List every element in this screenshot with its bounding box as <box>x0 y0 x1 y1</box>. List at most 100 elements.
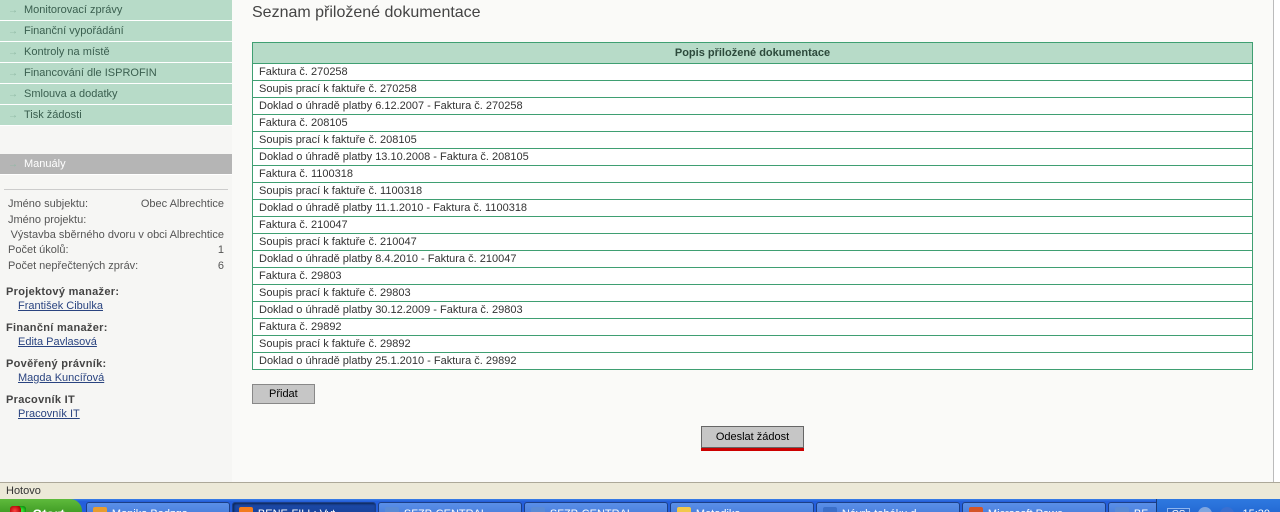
table-row[interactable]: Soupis prací k faktuře č. 208105 <box>253 132 1253 149</box>
sidebar-item[interactable]: Financování dle ISPROFIN <box>0 63 232 84</box>
taskbar-item[interactable]: Metodika <box>670 502 814 512</box>
unread-value: 6 <box>218 260 224 272</box>
table-cell: Doklad o úhradě platby 8.4.2010 - Faktur… <box>253 251 1253 268</box>
taskbar-item-label: SFZP-CENTRAL… <box>550 508 644 512</box>
role-block: Finanční manažer:Edita Pavlasová <box>6 322 226 348</box>
role-person-link[interactable]: Edita Pavlasová <box>18 336 97 348</box>
role-person-link[interactable]: Magda Kuncířová <box>18 372 104 384</box>
table-row[interactable]: Doklad o úhradě platby 8.4.2010 - Faktur… <box>253 251 1253 268</box>
table-row[interactable]: Doklad o úhradě platby 13.10.2008 - Fakt… <box>253 149 1253 166</box>
taskbar-item[interactable]: SFZP-CENTRAL… <box>524 502 668 512</box>
sidebar-item[interactable]: Finanční vypořádání <box>0 21 232 42</box>
taskbar-item-label: Metodika <box>696 508 741 512</box>
sidebar: Monitorovací zprávyFinanční vypořádáníKo… <box>0 0 232 482</box>
table-cell: Doklad o úhradě platby 11.1.2010 - Faktu… <box>253 200 1253 217</box>
sidebar-item[interactable]: Kontroly na místě <box>0 42 232 63</box>
table-row[interactable]: Faktura č. 210047 <box>253 217 1253 234</box>
taskbar-item-label: Microsoft Powe… <box>988 508 1074 512</box>
table-cell: Faktura č. 29803 <box>253 268 1253 285</box>
app-icon <box>93 507 107 512</box>
tasks-label: Počet úkolů: <box>8 244 69 256</box>
role-title: Pracovník IT <box>6 394 226 406</box>
project-label: Jméno projektu: <box>8 214 86 226</box>
table-row[interactable]: Faktura č. 29803 <box>253 268 1253 285</box>
role-block: Projektový manažer: František Cibulka <box>6 286 226 312</box>
clock: 15:30 <box>1242 508 1270 512</box>
unread-label: Počet nepřečtených zpráv: <box>8 260 138 272</box>
table-row[interactable]: Doklad o úhradě platby 30.12.2009 - Fakt… <box>253 302 1253 319</box>
table-row[interactable]: Soupis prací k faktuře č. 270258 <box>253 81 1253 98</box>
role-person-link[interactable]: František Cibulka <box>18 300 103 312</box>
documents-table: Popis přiložené dokumentace Faktura č. 2… <box>252 42 1253 370</box>
app-icon <box>531 507 545 512</box>
table-cell: Faktura č. 208105 <box>253 115 1253 132</box>
table-row[interactable]: Doklad o úhradě platby 11.1.2010 - Faktu… <box>253 200 1253 217</box>
table-cell: Soupis prací k faktuře č. 208105 <box>253 132 1253 149</box>
app-icon <box>823 507 837 512</box>
page-title: Seznam přiložené dokumentace <box>252 0 1253 34</box>
table-row[interactable]: Doklad o úhradě platby 6.12.2007 - Faktu… <box>253 98 1253 115</box>
role-block: Pověřený právník: Magda Kuncířová <box>6 358 226 384</box>
language-indicator[interactable]: CS <box>1167 508 1191 512</box>
windows-taskbar: Start Monika Badzgo… BENE-FILL: Vyt… SFZP-… <box>0 499 1280 512</box>
table-row[interactable]: Faktura č. 208105 <box>253 115 1253 132</box>
table-row[interactable]: Soupis prací k faktuře č. 210047 <box>253 234 1253 251</box>
app-icon <box>969 507 983 512</box>
table-cell: Soupis prací k faktuře č. 29892 <box>253 336 1253 353</box>
taskbar-item[interactable]: Microsoft Powe… <box>962 502 1106 512</box>
taskbar-item-label: Monika Badzgo… <box>112 508 199 512</box>
windows-logo-icon <box>10 506 26 512</box>
tray-icon[interactable] <box>1198 507 1212 512</box>
send-request-button[interactable]: Odeslat žádost <box>701 426 804 448</box>
table-cell: Faktura č. 1100318 <box>253 166 1253 183</box>
role-title: Pověřený právník: <box>6 358 226 370</box>
start-label: Start <box>32 506 64 512</box>
taskbar-item[interactable]: BENE-FILL: Vyt… <box>232 502 376 512</box>
table-cell: Doklad o úhradě platby 13.10.2008 - Fakt… <box>253 149 1253 166</box>
table-header: Popis přiložené dokumentace <box>253 43 1253 64</box>
table-cell: Doklad o úhradě platby 25.1.2010 - Faktu… <box>253 353 1253 370</box>
sidebar-item[interactable]: Tisk žádosti <box>0 105 232 126</box>
app-icon <box>385 507 399 512</box>
role-block: Pracovník IT Pracovník IT <box>6 394 226 420</box>
taskbar-item[interactable]: Monika Badzgo… <box>86 502 230 512</box>
table-row[interactable]: Soupis prací k faktuře č. 29803 <box>253 285 1253 302</box>
add-button[interactable]: Přidat <box>252 384 315 404</box>
table-cell: Soupis prací k faktuře č. 270258 <box>253 81 1253 98</box>
taskbar-item[interactable]: BF - žádosti o pl… <box>1108 502 1156 512</box>
subject-value: Obec Albrechtice <box>141 198 224 210</box>
system-tray: CS 15:30 <box>1156 499 1280 512</box>
table-cell: Doklad o úhradě platby 30.12.2009 - Fakt… <box>253 302 1253 319</box>
sidebar-menu: Monitorovací zprávyFinanční vypořádáníKo… <box>0 0 232 175</box>
sidebar-item[interactable]: Monitorovací zprávy <box>0 0 232 21</box>
table-row[interactable]: Soupis prací k faktuře č. 29892 <box>253 336 1253 353</box>
taskbar-item-label: SFZP-CENTRAL… <box>404 508 498 512</box>
taskbar-item-label: Návrh taháku d… <box>842 508 928 512</box>
app-icon <box>677 507 691 512</box>
table-cell: Doklad o úhradě platby 6.12.2007 - Faktu… <box>253 98 1253 115</box>
table-row[interactable]: Faktura č. 29892 <box>253 319 1253 336</box>
role-title: Projektový manažer: <box>6 286 226 298</box>
table-cell: Soupis prací k faktuře č. 29803 <box>253 285 1253 302</box>
app-icon <box>1115 507 1129 512</box>
table-row[interactable]: Faktura č. 1100318 <box>253 166 1253 183</box>
app-icon <box>239 507 253 512</box>
taskbar-item[interactable]: Návrh taháku d… <box>816 502 960 512</box>
project-value: Výstavba sběrného dvoru v obci Albrechti… <box>4 228 228 242</box>
table-row[interactable]: Faktura č. 270258 <box>253 64 1253 81</box>
table-cell: Faktura č. 210047 <box>253 217 1253 234</box>
start-button[interactable]: Start <box>0 499 82 512</box>
taskbar-item[interactable]: SFZP-CENTRAL… <box>378 502 522 512</box>
tasks-value: 1 <box>218 244 224 256</box>
info-panel: Jméno subjektu:Obec Albrechtice Jméno pr… <box>4 189 228 274</box>
taskbar-item-label: BENE-FILL: Vyt… <box>258 508 346 512</box>
right-border <box>1273 0 1280 482</box>
taskbar-item-label: BF - žádosti o pl… <box>1134 508 1156 512</box>
tray-icon[interactable] <box>1220 507 1234 512</box>
browser-status-bar: Hotovo <box>0 482 1280 499</box>
role-person-link[interactable]: Pracovník IT <box>18 408 80 420</box>
sidebar-item-manuals[interactable]: Manuály <box>0 154 232 175</box>
table-row[interactable]: Doklad o úhradě platby 25.1.2010 - Faktu… <box>253 353 1253 370</box>
sidebar-item[interactable]: Smlouva a dodatky <box>0 84 232 105</box>
table-row[interactable]: Soupis prací k faktuře č. 1100318 <box>253 183 1253 200</box>
